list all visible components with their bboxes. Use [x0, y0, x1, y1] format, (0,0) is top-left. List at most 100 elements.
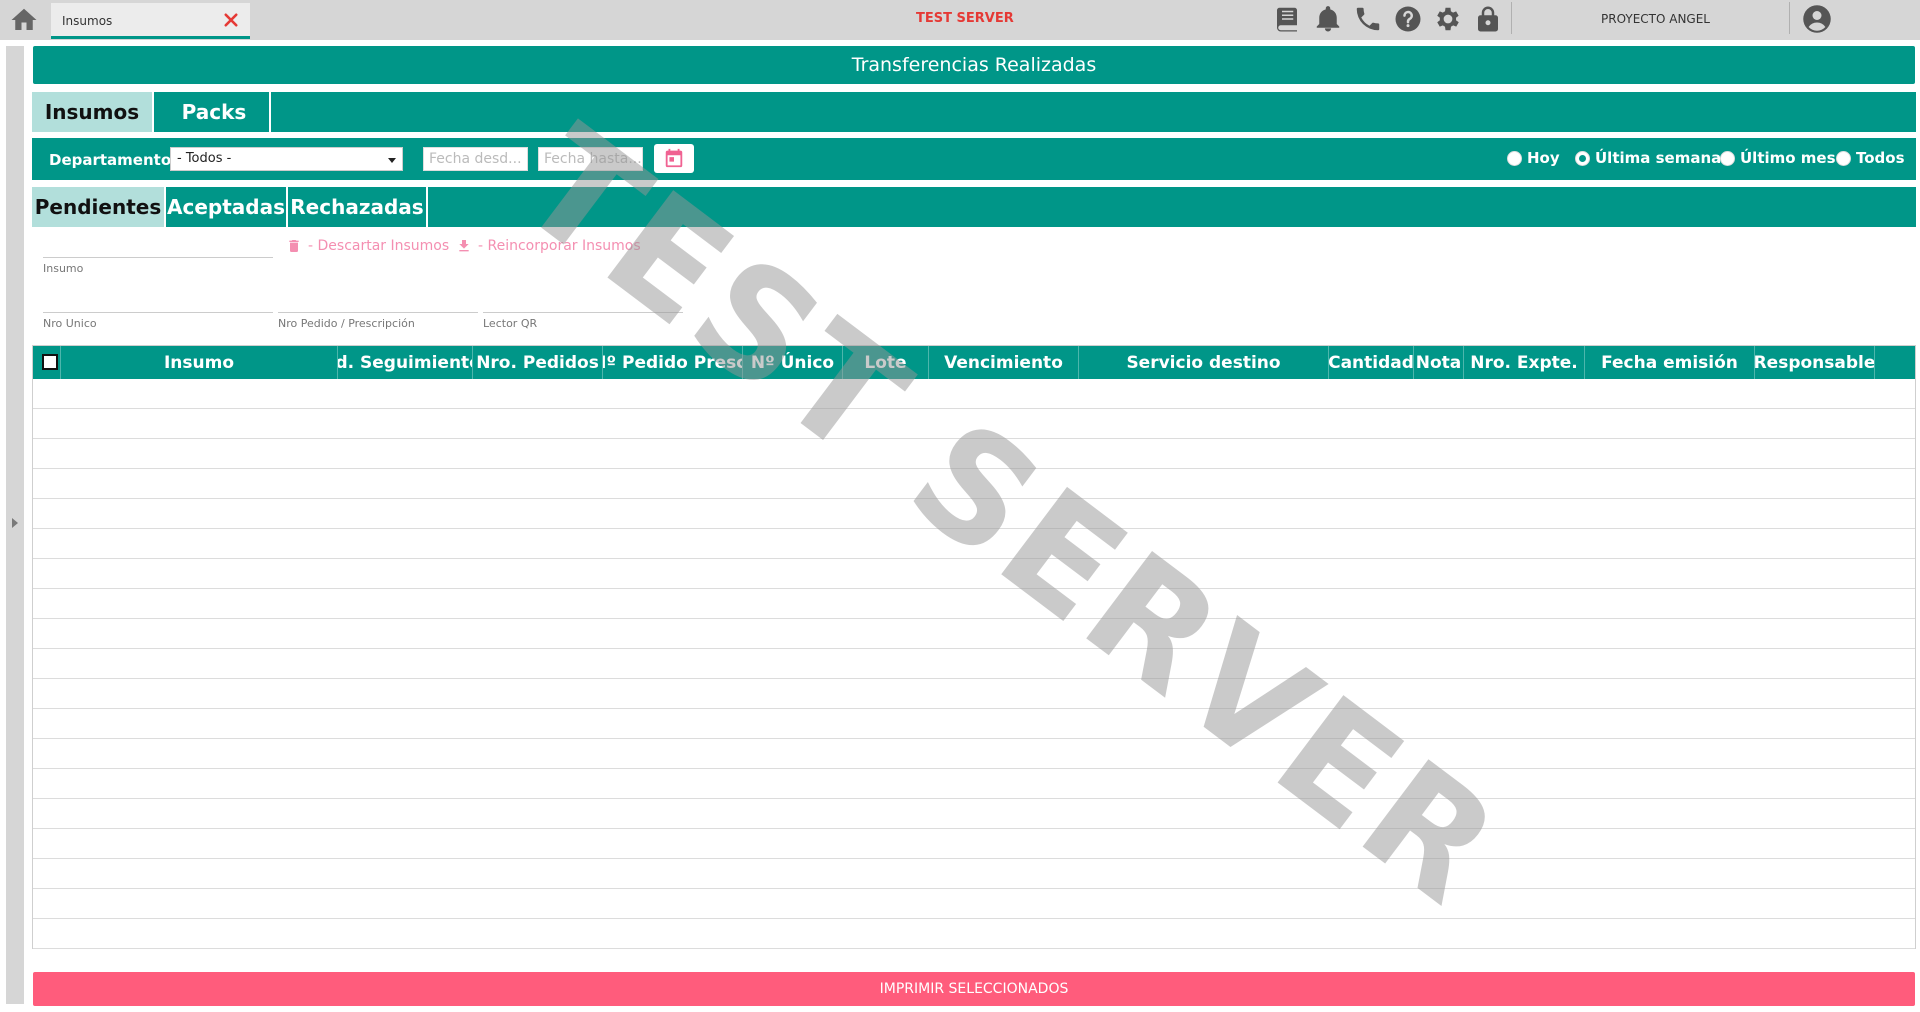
table-row	[33, 529, 1915, 559]
descartar-insumos-label: - Descartar Insumos	[308, 238, 450, 254]
column-header-id-seguimiento[interactable]: Id. Seguimiento	[338, 346, 473, 379]
table-row	[33, 589, 1915, 619]
lector-qr-field[interactable]	[483, 287, 683, 313]
reincorporar-insumos-link[interactable]: - Reincorporar Insumos	[456, 238, 641, 254]
tab-aceptadas[interactable]: Aceptadas	[166, 187, 286, 227]
nro-unico-field[interactable]	[43, 287, 273, 313]
departments-label: Departamentos	[49, 151, 181, 169]
tab-rechazadas[interactable]: Rechazadas	[288, 187, 426, 227]
tab-pendientes[interactable]: Pendientes	[32, 187, 164, 227]
column-header-responsable[interactable]: Responsable	[1755, 346, 1875, 379]
select-all-checkbox[interactable]	[42, 354, 58, 370]
lector-qr-input[interactable]	[483, 287, 683, 312]
tab-insumos-main[interactable]: Insumos	[32, 92, 152, 132]
left-sidebar-collapsed[interactable]	[6, 46, 24, 1004]
download-icon	[459, 240, 469, 252]
insumo-field[interactable]	[43, 232, 273, 258]
server-label: TEST SERVER	[916, 11, 1014, 26]
table-row	[33, 559, 1915, 589]
column-header-pedido-presc[interactable]: Nº Pedido Presc.	[603, 346, 743, 379]
tab-insumos[interactable]: Insumos	[51, 3, 250, 39]
nro-unico-label: Nro Unico	[43, 317, 97, 330]
trash-icon	[289, 240, 299, 252]
calendar-button[interactable]	[654, 144, 694, 173]
book-icon[interactable]	[1272, 4, 1302, 34]
transfers-table: Insumo Id. Seguimiento Nro. Pedidos Nº P…	[32, 345, 1916, 949]
lock-icon[interactable]	[1473, 4, 1503, 34]
top-separator	[1789, 2, 1790, 34]
nro-unico-input[interactable]	[43, 287, 273, 312]
user-icon[interactable]	[1802, 4, 1832, 34]
column-header-nro-pedidos[interactable]: Nro. Pedidos	[473, 346, 603, 379]
nro-pedido-label: Nro Pedido / Prescripción	[278, 317, 415, 330]
table-row	[33, 379, 1915, 409]
table-row	[33, 619, 1915, 649]
table-row	[33, 679, 1915, 709]
nro-pedido-field[interactable]	[278, 287, 478, 313]
table-row	[33, 799, 1915, 829]
column-header-nota[interactable]: Nota	[1414, 346, 1464, 379]
phone-icon[interactable]	[1353, 4, 1383, 34]
date-to-input[interactable]	[538, 147, 643, 171]
caret-down-icon	[388, 158, 396, 163]
departments-select[interactable]: - Todos -	[170, 147, 403, 171]
radio-circle[interactable]	[1507, 150, 1522, 166]
nro-pedido-input[interactable]	[278, 287, 478, 312]
table-row	[33, 739, 1915, 769]
date-from-input[interactable]	[423, 147, 528, 171]
reincorporar-insumos-label: - Reincorporar Insumos	[478, 238, 641, 254]
lector-qr-label: Lector QR	[483, 317, 538, 330]
expand-arrow-icon[interactable]	[12, 518, 18, 528]
project-label: PROYECTO ANGEL	[1601, 12, 1710, 26]
radio-ultimo-mes[interactable]: Último mes	[1720, 149, 1836, 167]
table-row	[33, 889, 1915, 919]
column-header-fecha-emision[interactable]: Fecha emisión	[1585, 346, 1755, 379]
departments-select-value: - Todos -	[177, 151, 232, 166]
tab-label: Insumos	[62, 14, 113, 28]
radio-circle[interactable]	[1836, 150, 1851, 166]
top-separator	[1511, 2, 1512, 34]
table-row	[33, 469, 1915, 499]
tab-separator	[426, 187, 428, 227]
table-row	[33, 709, 1915, 739]
tab-packs[interactable]: Packs	[154, 92, 274, 132]
radio-ultima-semana[interactable]: Última semana	[1575, 149, 1721, 167]
table-row	[33, 769, 1915, 799]
column-header-nro-expte[interactable]: Nro. Expte.	[1464, 346, 1585, 379]
insumo-input[interactable]	[43, 232, 273, 257]
column-header-vencimiento[interactable]: Vencimiento	[929, 346, 1079, 379]
column-header-cantidad[interactable]: Cantidad	[1329, 346, 1414, 379]
table-row	[33, 649, 1915, 679]
radio-todos[interactable]: Todos	[1836, 149, 1905, 167]
page-header: Transferencias Realizadas	[33, 46, 1915, 84]
table-row	[33, 499, 1915, 529]
bell-icon[interactable]	[1313, 4, 1343, 34]
column-header-insumo[interactable]: Insumo	[61, 346, 338, 379]
gear-icon[interactable]	[1433, 4, 1463, 34]
status-tabs: Pendientes Aceptadas Rechazadas	[32, 187, 1916, 227]
column-header-nro-unico[interactable]: Nº Único	[743, 346, 843, 379]
radio-hoy[interactable]: Hoy	[1507, 149, 1560, 167]
column-header-lote[interactable]: Lote	[843, 346, 929, 379]
column-header-servicio-destino[interactable]: Servicio destino	[1079, 346, 1329, 379]
radio-circle[interactable]	[1720, 150, 1735, 166]
radio-label: Todos	[1856, 149, 1905, 167]
radio-label: Hoy	[1527, 149, 1560, 167]
insumo-label: Insumo	[43, 262, 84, 275]
top-bar: Insumos TEST SERVER PROYECTO ANGEL	[0, 0, 1920, 40]
help-icon[interactable]	[1393, 4, 1423, 34]
table-header: Insumo Id. Seguimiento Nro. Pedidos Nº P…	[33, 346, 1915, 379]
select-column	[33, 346, 61, 379]
print-selected-button[interactable]: IMPRIMIR SELECCIONADOS	[33, 972, 1915, 1006]
close-icon[interactable]	[222, 11, 240, 29]
filter-bar: Departamentos - Todos - Hoy Última seman…	[32, 138, 1916, 180]
table-row	[33, 409, 1915, 439]
radio-circle[interactable]	[1575, 150, 1590, 166]
main-tabs: Insumos Packs	[32, 92, 1916, 132]
table-row	[33, 829, 1915, 859]
home-icon[interactable]	[8, 5, 40, 35]
calendar-icon	[665, 148, 683, 168]
table-row	[33, 439, 1915, 469]
table-row	[33, 859, 1915, 889]
descartar-insumos-link[interactable]: - Descartar Insumos	[286, 238, 449, 254]
